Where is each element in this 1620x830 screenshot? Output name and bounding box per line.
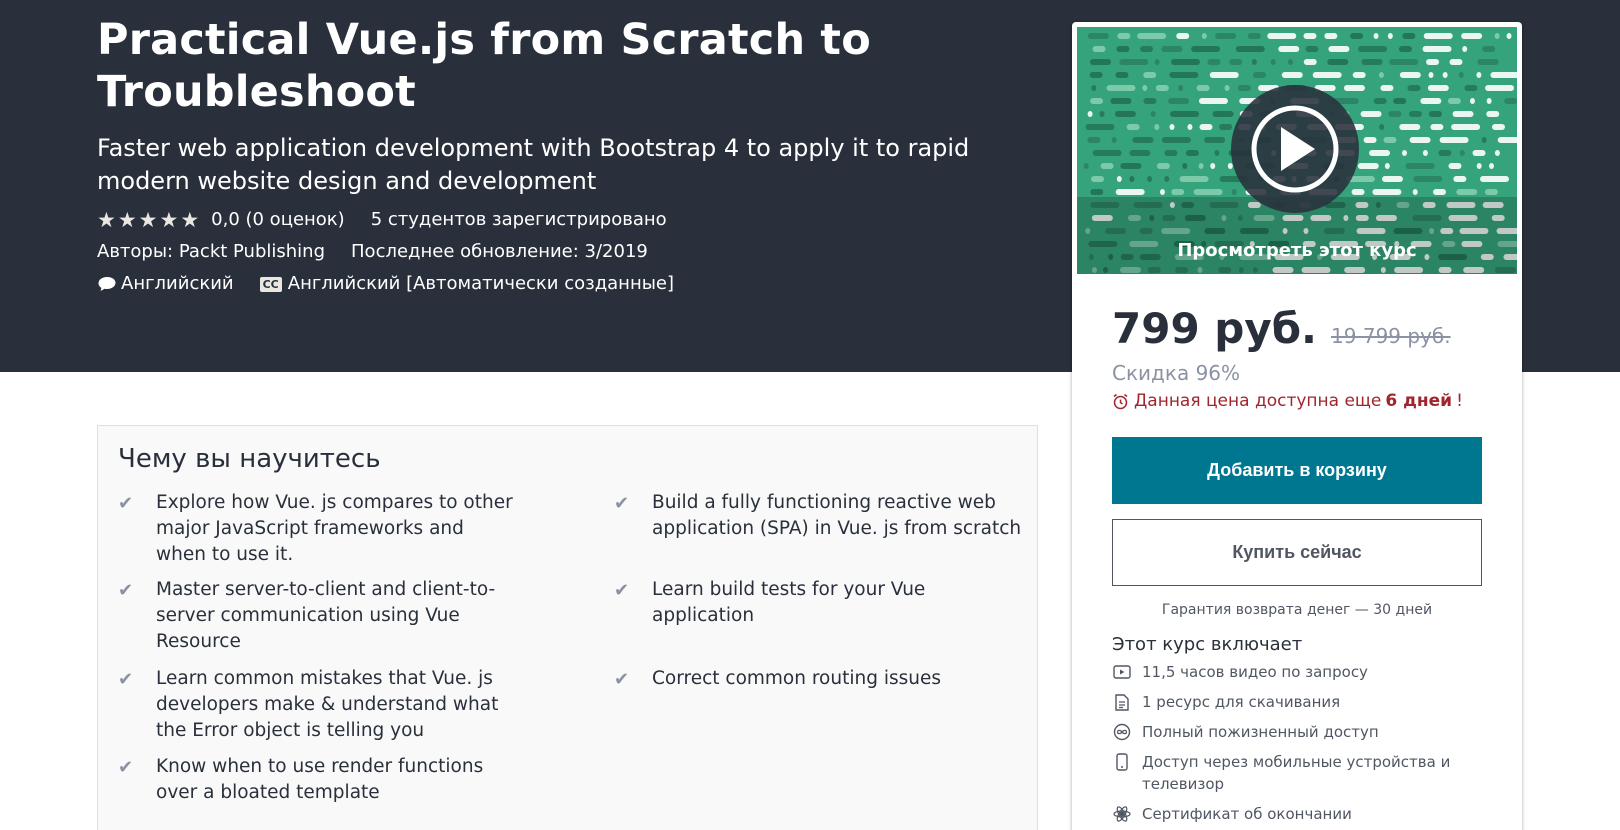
learn-column-left: ✔ Explore how Vue. js compares to other m… bbox=[118, 490, 548, 806]
captions: CC Английский [Автоматически созданные] bbox=[259, 272, 675, 296]
timer-days: 6 дней bbox=[1385, 391, 1453, 411]
certificate-icon bbox=[1112, 804, 1132, 824]
learn-item: ✔ Explore how Vue. js compares to other m… bbox=[118, 490, 548, 577]
rating-row: ★ ★ ★ ★ ★ 0,0 (0 оценок) 5 студентов зарегис… bbox=[97, 208, 1037, 232]
buy-now-button[interactable]: Купить сейчас bbox=[1112, 519, 1482, 586]
check-icon: ✔ bbox=[118, 757, 134, 778]
includes-title: Этот курс включает bbox=[1112, 634, 1303, 655]
course-title-line: Practical Vue.js from Scratch to bbox=[97, 15, 871, 65]
rating-text: 0,0 (0 оценок) bbox=[211, 209, 345, 230]
learn-item-text: Master server-to-client and client-to-se… bbox=[156, 579, 496, 652]
price-row: 799 руб. 19 799 руб. bbox=[1112, 304, 1482, 353]
includes-item: Доступ через мобильные устройства и теле… bbox=[1112, 751, 1482, 795]
includes-item: Полный пожизненный доступ bbox=[1112, 721, 1482, 743]
learn-item: ✔ Build a fully functioning reactive web … bbox=[614, 490, 1044, 577]
price-original: 19 799 руб. bbox=[1331, 324, 1451, 348]
includes-item-text: 1 ресурс для скачивания bbox=[1142, 693, 1341, 711]
check-icon: ✔ bbox=[118, 580, 134, 601]
learn-item-text: Correct common routing issues bbox=[652, 668, 942, 689]
what-you-will-learn: Чему вы научитесь ✔ Explore how Vue. js c… bbox=[97, 425, 1038, 830]
price-block: 799 руб. 19 799 руб. Скидка 96% Данная ц… bbox=[1112, 304, 1482, 411]
star-icon: ★ bbox=[117, 208, 137, 232]
money-back-guarantee: Гарантия возврата денег — 30 дней bbox=[1161, 602, 1433, 618]
price-timer: Данная цена доступна еще 6 дней ! bbox=[1112, 391, 1482, 411]
includes-item-text: Доступ через мобильные устройства и теле… bbox=[1142, 753, 1451, 793]
check-icon: ✔ bbox=[614, 580, 630, 601]
check-icon: ✔ bbox=[614, 669, 630, 690]
star-icon: ★ bbox=[180, 208, 200, 232]
language-row: Английский CC Английский [Автоматически … bbox=[97, 272, 1037, 296]
discount-text: Скидка 96% bbox=[1112, 361, 1241, 385]
course-subtitle-line: modern website design and development bbox=[97, 167, 597, 195]
learn-item: ✔ Know when to use render functions over … bbox=[118, 754, 548, 806]
timer-prefix: Данная цена доступна еще bbox=[1134, 391, 1382, 411]
learn-column-right: ✔ Build a fully functioning reactive web … bbox=[614, 490, 1044, 693]
rating-stars: ★ ★ ★ ★ ★ bbox=[97, 209, 199, 231]
authors-row: Авторы: Packt Publishing Последнее обнов… bbox=[97, 240, 1037, 264]
course-subtitle: Faster web application development with … bbox=[97, 132, 1037, 198]
check-icon: ✔ bbox=[118, 493, 134, 514]
timer-suffix: ! bbox=[1456, 391, 1463, 411]
course-preview[interactable]: Просмотреть этот курс bbox=[1077, 27, 1517, 274]
includes-item: 11,5 часов видео по запросу bbox=[1112, 661, 1482, 683]
learn-item-text: Know when to use render functions over a… bbox=[156, 756, 484, 803]
learn-item: ✔ Correct common routing issues bbox=[614, 666, 1044, 693]
course-includes: Этот курс включает 11,5 часов видео по з… bbox=[1112, 634, 1482, 830]
learn-item: ✔ Master server-to-client and client-to-s… bbox=[118, 577, 548, 666]
add-to-cart-button[interactable]: Добавить в корзину bbox=[1112, 437, 1482, 504]
star-icon: ★ bbox=[138, 208, 158, 232]
language-text: Английский bbox=[121, 273, 234, 294]
last-updated: Последнее обновление: 3/2019 bbox=[351, 241, 648, 262]
check-icon: ✔ bbox=[614, 493, 630, 514]
learn-item: ✔ Learn build tests for your Vue applicat… bbox=[614, 577, 1044, 666]
speech-bubble-icon bbox=[97, 275, 117, 293]
course-header-content: Practical Vue.js from Scratch to Trouble… bbox=[97, 14, 1037, 296]
price-current: 799 руб. bbox=[1112, 304, 1318, 353]
students-count: 5 студентов зарегистрировано bbox=[370, 209, 667, 230]
preview-label[interactable]: Просмотреть этот курс bbox=[1077, 240, 1517, 261]
star-icon: ★ bbox=[159, 208, 179, 232]
file-icon bbox=[1112, 692, 1132, 712]
authors-text[interactable]: Авторы: Packt Publishing bbox=[97, 240, 325, 264]
includes-item-text: Полный пожизненный доступ bbox=[1142, 723, 1379, 741]
learn-item: ✔ Learn common mistakes that Vue. js deve… bbox=[118, 666, 548, 754]
play-icon bbox=[1231, 85, 1359, 213]
includes-item-text: Сертификат об окончании bbox=[1142, 805, 1352, 823]
learn-item-text: Learn common mistakes that Vue. js devel… bbox=[156, 668, 499, 741]
learn-title: Чему вы научитесь bbox=[118, 444, 381, 474]
video-icon bbox=[1112, 662, 1132, 682]
includes-item: Сертификат об окончании bbox=[1112, 803, 1482, 825]
captions-text: Английский [Автоматически созданные] bbox=[287, 273, 675, 294]
learn-item-text: Build a fully functioning reactive web a… bbox=[652, 492, 1022, 539]
closed-captions-icon: CC bbox=[259, 276, 282, 292]
includes-item: 1 ресурс для скачивания bbox=[1112, 691, 1482, 713]
purchase-sidebar: Просмотреть этот курс 799 руб. 19 799 ру… bbox=[1072, 22, 1522, 830]
infinity-icon bbox=[1112, 722, 1132, 742]
alarm-clock-icon bbox=[1112, 393, 1129, 410]
learn-item-text: Learn build tests for your Vue applicati… bbox=[652, 579, 926, 626]
check-icon: ✔ bbox=[118, 669, 134, 690]
mobile-icon bbox=[1112, 752, 1132, 772]
course-subtitle-line: Faster web application development with … bbox=[97, 134, 970, 162]
star-icon: ★ bbox=[97, 208, 116, 232]
learn-item-text: Explore how Vue. js compares to other ma… bbox=[156, 492, 513, 565]
course-title: Practical Vue.js from Scratch to Trouble… bbox=[97, 14, 1037, 118]
includes-item-text: 11,5 часов видео по запросу bbox=[1142, 663, 1368, 681]
course-title-line: Troubleshoot bbox=[97, 67, 416, 117]
